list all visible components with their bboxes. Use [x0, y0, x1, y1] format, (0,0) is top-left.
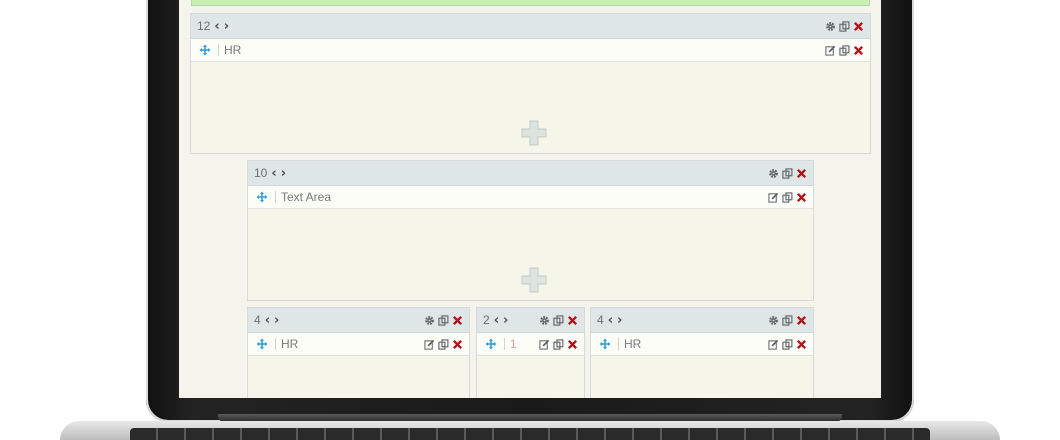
layout-row-10: 10 ‹ › Text Area	[247, 160, 814, 301]
delete-icon[interactable]	[796, 168, 807, 179]
move-icon[interactable]	[599, 338, 611, 350]
delete-icon[interactable]	[452, 315, 463, 326]
copy-icon[interactable]	[782, 314, 793, 326]
move-icon[interactable]	[256, 191, 268, 203]
row-header: 12 ‹ ›	[191, 14, 870, 39]
edit-icon[interactable]	[768, 192, 779, 203]
edit-icon[interactable]	[539, 339, 550, 350]
chevron-right-icon[interactable]: ›	[281, 167, 286, 180]
laptop-keyboard	[130, 428, 930, 440]
delete-icon[interactable]	[796, 315, 807, 326]
item-divider	[275, 191, 276, 203]
chevron-right-icon[interactable]: ›	[224, 20, 229, 33]
row-header: 10 ‹ ›	[248, 161, 813, 186]
delete-icon[interactable]	[853, 45, 864, 56]
layout-column-4: 4 ‹ › HR	[590, 307, 814, 398]
plus-icon[interactable]	[521, 120, 547, 146]
delete-icon[interactable]	[567, 315, 578, 326]
plus-icon[interactable]	[521, 267, 547, 293]
column-width-label: 4	[254, 313, 261, 327]
chevron-left-icon[interactable]: ‹	[271, 167, 276, 180]
row-item: HR	[591, 333, 813, 356]
laptop-screen: 12 ‹ › HR 10 ‹ › Text Area 4 ‹ › HR 2 ‹ …	[179, 0, 881, 398]
chevron-left-icon[interactable]: ‹	[608, 314, 613, 327]
success-message-strip	[191, 0, 870, 6]
copy-icon[interactable]	[839, 44, 850, 56]
chevron-right-icon[interactable]: ›	[503, 314, 508, 327]
delete-icon[interactable]	[796, 192, 807, 203]
copy-icon[interactable]	[438, 314, 449, 326]
copy-icon[interactable]	[782, 191, 793, 203]
delete-icon[interactable]	[796, 339, 807, 350]
item-divider	[275, 338, 276, 350]
gear-icon[interactable]	[825, 21, 836, 32]
item-divider	[218, 44, 219, 56]
chevron-left-icon[interactable]: ‹	[214, 20, 219, 33]
gear-icon[interactable]	[768, 168, 779, 179]
row-item: HR	[191, 39, 870, 62]
row-header: 4 ‹ ›	[248, 308, 469, 333]
chevron-left-icon[interactable]: ‹	[265, 314, 270, 327]
edit-icon[interactable]	[768, 339, 779, 350]
layout-column-2: 2 ‹ › 1	[476, 307, 585, 398]
delete-icon[interactable]	[452, 339, 463, 350]
item-label: Text Area	[281, 190, 332, 204]
copy-icon[interactable]	[553, 338, 564, 350]
item-label: HR	[624, 337, 642, 351]
chevron-left-icon[interactable]: ‹	[494, 314, 499, 327]
copy-icon[interactable]	[782, 167, 793, 179]
edit-icon[interactable]	[825, 45, 836, 56]
gear-icon[interactable]	[539, 315, 550, 326]
row-item: 1	[477, 333, 584, 356]
copy-icon[interactable]	[782, 338, 793, 350]
item-divider	[618, 338, 619, 350]
move-icon[interactable]	[256, 338, 268, 350]
copy-icon[interactable]	[438, 338, 449, 350]
item-label: 1	[510, 337, 517, 351]
column-width-label: 12	[197, 19, 211, 33]
move-icon[interactable]	[485, 338, 497, 350]
column-width-label: 4	[597, 313, 604, 327]
copy-icon[interactable]	[553, 314, 564, 326]
edit-icon[interactable]	[424, 339, 435, 350]
column-width-label: 2	[483, 313, 490, 327]
delete-icon[interactable]	[567, 339, 578, 350]
row-item: Text Area	[248, 186, 813, 209]
delete-icon[interactable]	[853, 21, 864, 32]
chevron-right-icon[interactable]: ›	[617, 314, 622, 327]
layout-column-4: 4 ‹ › HR	[247, 307, 470, 398]
item-label: HR	[224, 43, 242, 57]
item-divider	[504, 338, 505, 350]
column-width-label: 10	[254, 166, 268, 180]
gear-icon[interactable]	[424, 315, 435, 326]
item-label: HR	[281, 337, 299, 351]
chevron-right-icon[interactable]: ›	[274, 314, 279, 327]
move-icon[interactable]	[199, 44, 211, 56]
row-item: HR	[248, 333, 469, 356]
gear-icon[interactable]	[768, 315, 779, 326]
row-header: 4 ‹ ›	[591, 308, 813, 333]
layout-row-12: 12 ‹ › HR	[190, 13, 871, 154]
copy-icon[interactable]	[839, 20, 850, 32]
row-header: 2 ‹ ›	[477, 308, 584, 333]
